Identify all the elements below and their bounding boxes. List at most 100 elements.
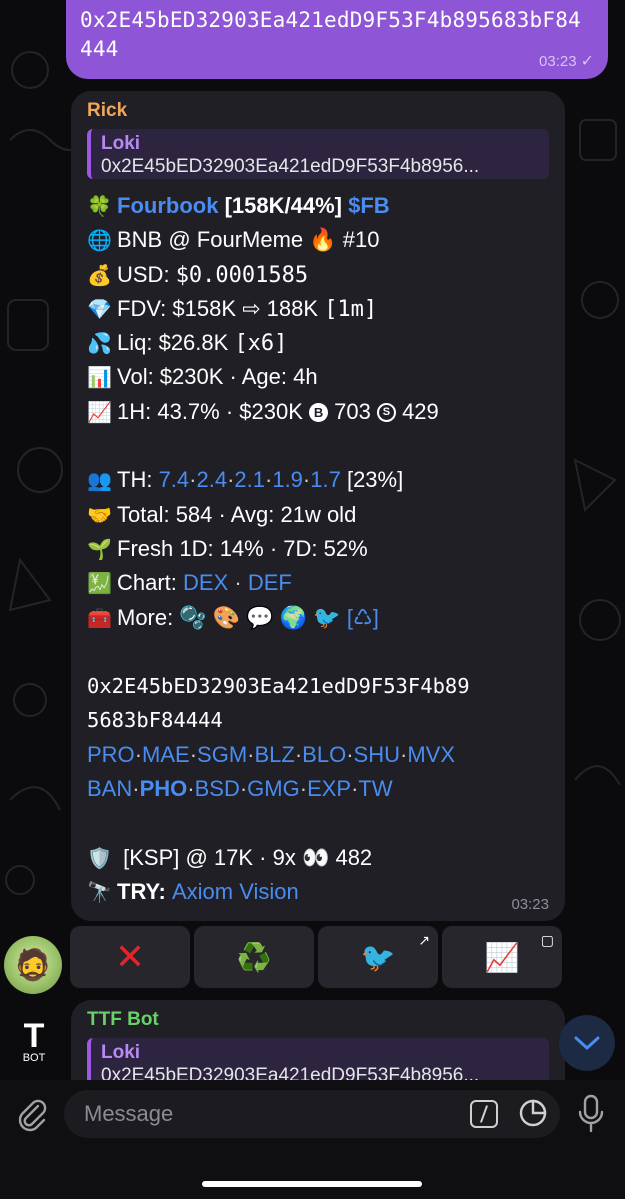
th-value-link[interactable]: 2.1	[234, 467, 265, 492]
bot-commands-icon[interactable]	[470, 1100, 498, 1128]
home-indicator[interactable]	[202, 1181, 422, 1187]
contract-address-line-1[interactable]: 0x2E45bED32903Ea421edD9F53F4b89	[87, 669, 549, 703]
token-name-link[interactable]: Fourbook	[117, 193, 218, 218]
axiom-vision-link[interactable]: Axiom Vision	[172, 879, 299, 904]
recycle-icon: ♻️	[236, 941, 272, 973]
link-pro[interactable]: PRO	[87, 742, 135, 767]
chart-up-icon: 📈	[87, 401, 112, 424]
droplets-icon: 💦	[87, 333, 112, 356]
usd-value[interactable]: $0.0001585	[176, 263, 308, 288]
paperclip-icon[interactable]	[14, 1096, 50, 1132]
message-sender-name[interactable]: TTF Bot	[87, 1008, 549, 1032]
th-value-link[interactable]: 2.4	[196, 467, 227, 492]
total-line: 🤝 Total: 584 · Avg: 21w old	[87, 498, 549, 532]
dex-link[interactable]: DEX	[183, 570, 228, 595]
liq-mult: [x6]	[234, 331, 288, 357]
gem-icon: 💎	[87, 298, 112, 321]
bird-link-button[interactable]: 🐦 ↗	[318, 926, 438, 988]
toolbox-icon: 🧰	[87, 607, 112, 630]
fdv-line: 💎 FDV: $158K ⇨ 188K [1m]	[87, 292, 549, 326]
th-value-link[interactable]: 1.9	[272, 467, 303, 492]
incoming-message-bubble[interactable]: Rick Loki 0x2E45bED32903Ea421edD9F53F4b8…	[71, 91, 565, 921]
chart-webapp-button[interactable]: 📈 ▢	[442, 926, 562, 988]
link-pho[interactable]: PHO	[140, 776, 188, 801]
refresh-button[interactable]: ♻️	[194, 926, 314, 988]
link-gmg[interactable]: GMG	[247, 776, 300, 801]
th-total: [23%]	[340, 467, 404, 493]
chart-yen-icon: 💹	[87, 573, 112, 596]
th-value-link[interactable]: 7.4	[159, 467, 190, 492]
buys-icon: B	[309, 403, 329, 423]
reply-author: Loki	[101, 1042, 141, 1063]
message-placeholder: Message	[84, 1101, 174, 1126]
total-text: Total: 584 · Avg: 21w old	[117, 501, 357, 527]
link-exp[interactable]: EXP	[307, 776, 351, 801]
globe-icon: 🌐	[87, 230, 112, 253]
token-stats: [158K/44%]	[224, 193, 342, 218]
outgoing-message-time: 03:23	[539, 53, 577, 70]
liq-text: Liq: $26.8K	[117, 330, 235, 356]
avatar[interactable]: 🧔	[4, 936, 62, 994]
bot-logo-label: BOT	[22, 1052, 46, 1064]
link-mvx[interactable]: MVX	[407, 742, 455, 767]
link-sgm[interactable]: SGM	[197, 742, 247, 767]
reply-author: Loki	[101, 133, 141, 154]
message-input[interactable]: Message	[64, 1090, 560, 1138]
outgoing-message-text: 0x2E45bED32903Ea421edD9F53F4b895683bF844…	[80, 8, 581, 61]
usd-label: USD:	[117, 261, 176, 287]
sent-check-icon: ✓	[580, 53, 594, 70]
link-blz[interactable]: BLZ	[254, 742, 294, 767]
webapp-icon: ▢	[540, 932, 554, 948]
top-holders-line: 👥 TH: 7.4·2.4·2.1·1.9·1.7 [23%]	[87, 463, 549, 497]
chart-up-icon: 📈	[484, 941, 520, 973]
telescope-icon: 🔭	[87, 881, 112, 904]
microphone-icon[interactable]	[576, 1094, 606, 1134]
chain-text: BNB @ FourMeme 🔥 #10	[117, 227, 380, 253]
h1-text: 1H: 43.7% · $230K	[117, 398, 310, 424]
reply-quote[interactable]: Loki 0x2E45bED32903Ea421edD9F53F4b8956..…	[87, 129, 549, 179]
shield-icon: 🛡️	[87, 847, 112, 870]
sticker-icon[interactable]	[518, 1098, 548, 1128]
external-link-icon: ↗	[418, 932, 430, 948]
outgoing-message-meta: 03:23 ✓	[539, 51, 594, 71]
message-sender-name[interactable]: Rick	[87, 99, 549, 123]
fdv-time: [1m]	[324, 296, 378, 322]
th-value-link[interactable]: 1.7	[310, 467, 341, 492]
outgoing-message-bubble[interactable]: 0x2E45bED32903Ea421edD9F53F4b895683bF844…	[66, 0, 608, 79]
x-icon: ✕	[114, 936, 146, 977]
chevron-down-icon	[574, 1036, 600, 1050]
bot-avatar[interactable]: T BOT	[16, 1019, 52, 1064]
reply-text: 0x2E45bED32903Ea421edD9F53F4b8956...	[101, 156, 480, 177]
seedling-icon: 🌱	[87, 538, 112, 561]
ksp-text: [KSP] @ 17K · 9x 👀 482	[117, 844, 373, 870]
link-shu[interactable]: SHU	[354, 742, 400, 767]
bar-chart-icon: 📊	[87, 367, 112, 390]
fresh-line: 🌱 Fresh 1D: 14% · 7D: 52%	[87, 532, 549, 566]
fresh-text: Fresh 1D: 14% · 7D: 52%	[117, 535, 368, 561]
money-bag-icon: 💰	[87, 264, 112, 287]
more-label: More:	[117, 604, 180, 630]
token-ticker-link[interactable]: $FB	[348, 193, 390, 218]
link-blo[interactable]: BLO	[302, 742, 346, 767]
links-row-1: PRO·MAE·SGM·BLZ·BLO·SHU·MVX	[87, 741, 455, 767]
sender-avatar-face-icon: 🧔	[14, 948, 52, 982]
link-ban[interactable]: BAN	[87, 776, 132, 801]
h1-buys: 703	[328, 398, 377, 424]
fdv-text: FDV: $158K ⇨ 188K	[117, 295, 325, 321]
recycle-link[interactable]: [♺]	[347, 605, 379, 630]
token-header-line: 🍀 Fourbook [158K/44%] $FB	[87, 189, 549, 223]
contract-address-line-2[interactable]: 5683bF84444	[87, 703, 549, 737]
def-link[interactable]: DEF	[248, 570, 292, 595]
more-icons-links[interactable]: 🫧 🎨 💬 🌍 🐦	[179, 605, 347, 630]
liq-line: 💦 Liq: $26.8K [x6]	[87, 326, 549, 360]
sells-icon: S	[376, 403, 396, 423]
try-line: 🔭 TRY: Axiom Vision	[87, 875, 549, 909]
composer-bar: Message	[0, 1080, 625, 1199]
dismiss-button[interactable]: ✕	[70, 926, 190, 988]
more-line: 🧰 More: 🫧 🎨 💬 🌍 🐦 [♺]	[87, 601, 549, 635]
link-mae[interactable]: MAE	[142, 742, 190, 767]
clover-icon: 🍀	[87, 196, 112, 218]
scroll-down-button[interactable]	[559, 1015, 615, 1071]
link-tw[interactable]: TW	[358, 776, 392, 801]
link-bsd[interactable]: BSD	[195, 776, 240, 801]
